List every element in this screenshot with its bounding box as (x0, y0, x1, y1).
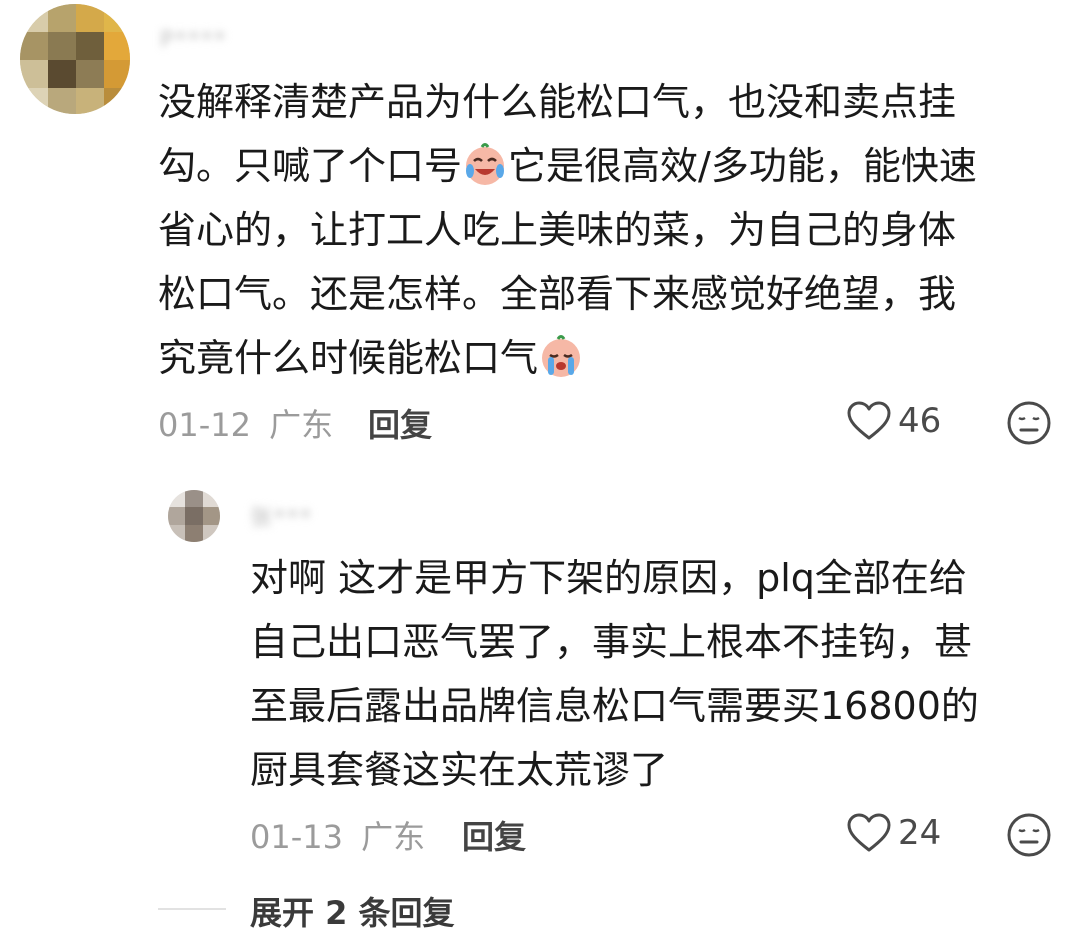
crying-laughing-face-emoji (466, 143, 505, 185)
avatar-image (168, 490, 220, 542)
commenter-avatar[interactable] (20, 4, 130, 114)
comment-like-button[interactable]: 46 (846, 400, 941, 442)
expand-divider (158, 908, 226, 910)
comment-line: 省心的，让打工人吃上美味的菜，为自己的身体 (158, 208, 957, 252)
reply-line: 厨具套餐这实在太荒谬了 (250, 748, 669, 792)
heart-outline-icon (847, 813, 891, 852)
reply-body: 对啊 这才是甲方下架的原因，plq全部在给 自己出口恶气罢了，事实上根本不挂钩，… (250, 546, 979, 802)
reply-line: 对啊 这才是甲方下架的原因，plq全部在给 (250, 556, 967, 600)
comment-body: 没解释清楚产品为什么能松口气，也没和卖点挂 勾。只喊了个口号 它是很高效/多功能… (158, 70, 977, 390)
replier-username[interactable]: 张*** (250, 500, 313, 532)
expand-replies-button[interactable]: 展开 2 条回复 (250, 888, 455, 934)
comment-like-count: 46 (898, 401, 942, 441)
comment-line: 究竟什么时候能松口气 (158, 326, 977, 390)
reply-like-count: 24 (898, 813, 942, 853)
comment-date: 01-12 (158, 406, 251, 444)
reply-line: 至最后露出品牌信息松口气需要买16800的 (250, 684, 979, 728)
neutral-face-icon[interactable] (1006, 812, 1052, 858)
neutral-face-icon[interactable] (1006, 400, 1052, 446)
comment-line: 松口气。还是怎样。全部看下来感觉好绝望，我 (158, 272, 957, 316)
comment-line: 没解释清楚产品为什么能松口气，也没和卖点挂 (158, 80, 957, 124)
reply-meta: 01-13 广东 (250, 812, 425, 858)
reply-reply-button[interactable]: 回复 (462, 812, 526, 858)
commenter-username[interactable]: P**** (160, 28, 227, 53)
avatar-image (20, 4, 130, 114)
replier-avatar[interactable] (168, 490, 220, 542)
reply-line: 自己出口恶气罢了，事实上根本不挂钩，甚 (250, 620, 973, 664)
reply-date: 01-13 (250, 818, 343, 856)
crying-face-emoji (542, 335, 581, 377)
reply-like-button[interactable]: 24 (846, 812, 941, 854)
comment-location: 广东 (269, 406, 334, 444)
comment-reply-button[interactable]: 回复 (368, 400, 432, 446)
reply-location: 广东 (361, 818, 426, 856)
comment-line: 勾。只喊了个口号 它是很高效/多功能，能快速 (158, 134, 977, 198)
comment-meta: 01-12 广东 (158, 400, 333, 446)
heart-outline-icon (847, 401, 891, 440)
